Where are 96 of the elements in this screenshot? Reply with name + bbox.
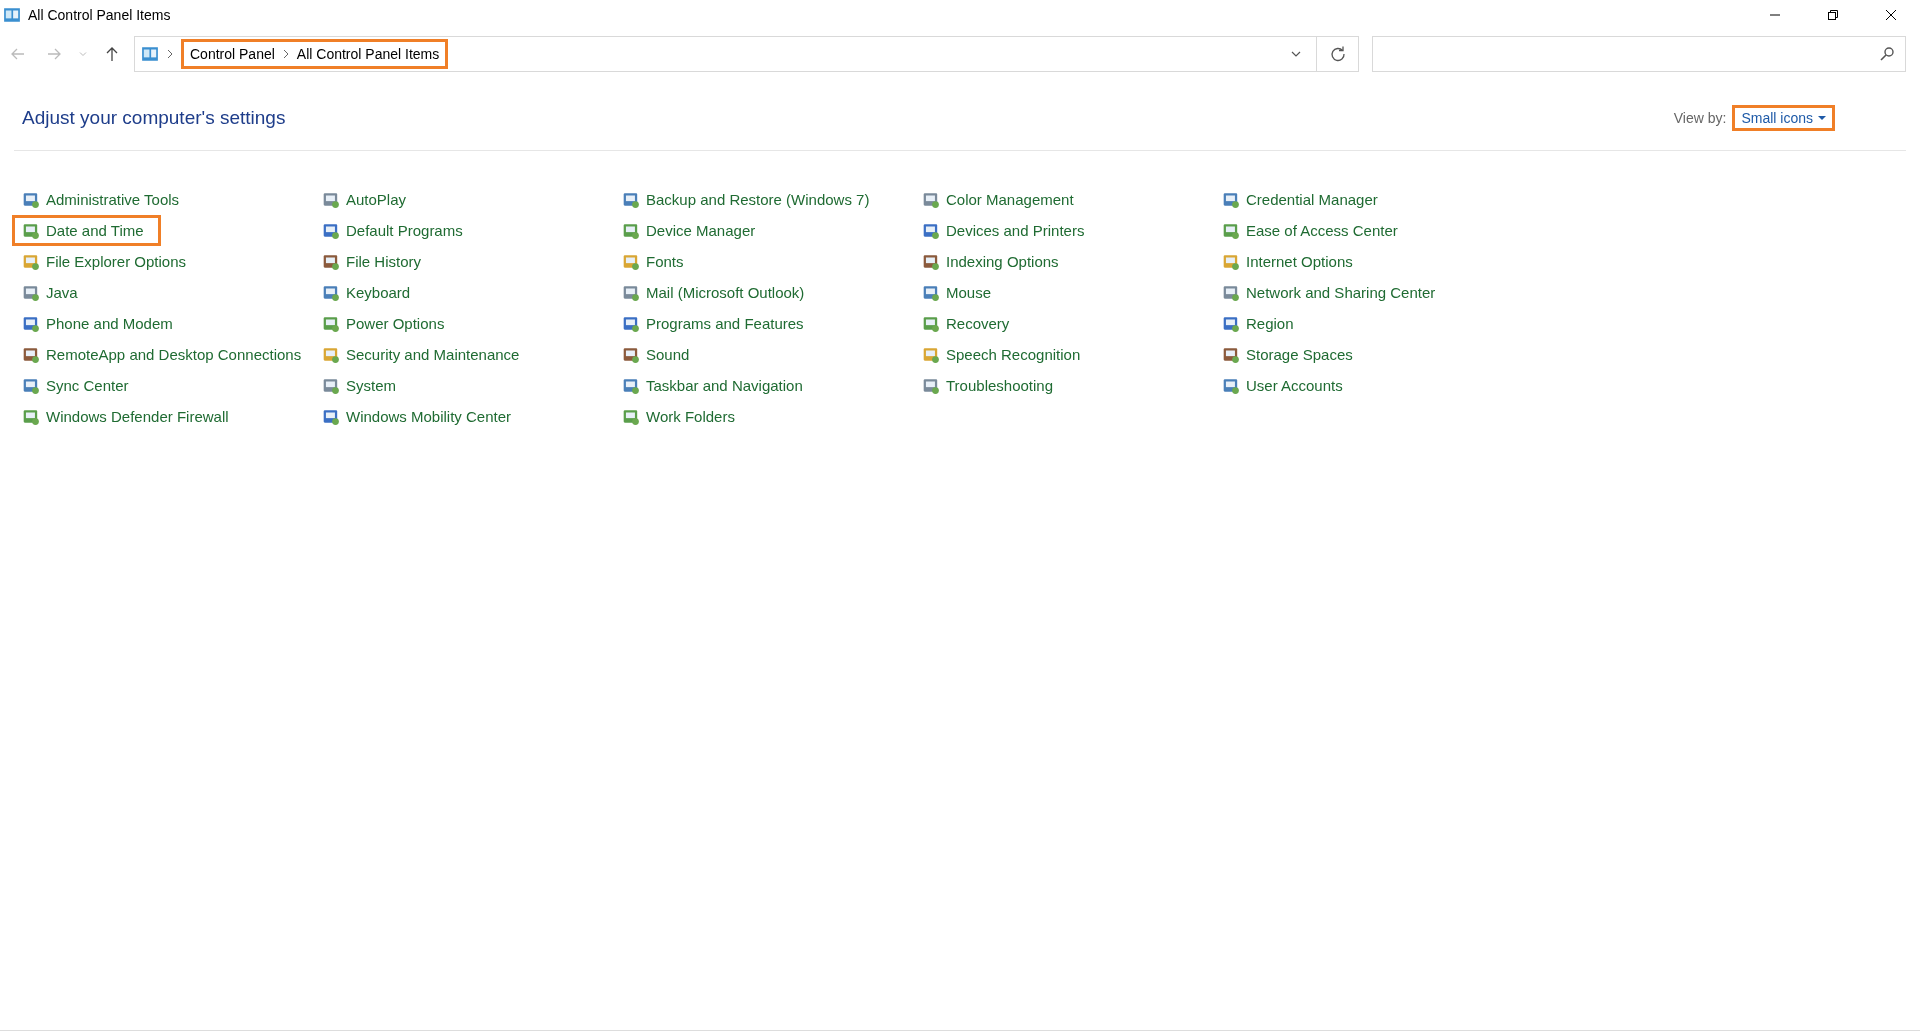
chevron-down-icon (78, 49, 88, 59)
chevron-icon (166, 49, 174, 59)
applet-icon (622, 376, 640, 395)
applet-icon (322, 376, 340, 395)
applet-icon (1222, 190, 1240, 209)
applet-icon (22, 283, 40, 302)
refresh-button[interactable] (1317, 36, 1359, 72)
applet-icon (1222, 221, 1240, 240)
control-panel-link[interactable]: Keyboard (312, 280, 428, 305)
applet-icon (1222, 314, 1240, 333)
close-icon (1885, 9, 1897, 21)
control-panel-icon (141, 45, 159, 63)
applet-icon (922, 252, 940, 271)
search-field[interactable] (1372, 36, 1906, 72)
control-panel-link[interactable]: Fonts (612, 249, 701, 274)
applet-icon (22, 376, 40, 395)
control-panel-link[interactable]: Power Options (312, 311, 462, 336)
view-by-label: View by: (1673, 110, 1727, 126)
applet-icon (322, 190, 340, 209)
control-panel-link[interactable]: File History (312, 249, 438, 274)
control-panel-link[interactable]: User Accounts (1212, 373, 1360, 398)
page-heading: Adjust your computer's settings (22, 107, 286, 129)
control-panel-link[interactable]: Device Manager (612, 218, 773, 243)
control-panel-link[interactable]: Sync Center (12, 373, 146, 398)
control-panel-link[interactable]: Troubleshooting (912, 373, 1070, 398)
control-panel-link[interactable]: Backup and Restore (Windows 7) (612, 187, 887, 212)
control-panel-link[interactable]: Phone and Modem (12, 311, 190, 336)
control-panel-link[interactable]: Work Folders (612, 404, 752, 429)
control-panel-link[interactable]: Credential Manager (1212, 187, 1395, 212)
address-bar[interactable]: Control Panel All Control Panel Items (134, 36, 1317, 72)
control-panel-link[interactable]: Default Programs (312, 218, 480, 243)
control-panel-link[interactable]: Storage Spaces (1212, 342, 1370, 367)
applet-icon (22, 314, 40, 333)
applet-icon (622, 407, 640, 426)
control-panel-link[interactable]: Internet Options (1212, 249, 1370, 274)
applet-icon (322, 221, 340, 240)
applet-icon (22, 252, 40, 271)
control-panel-link[interactable]: Speech Recognition (912, 342, 1098, 367)
caret-icon (1818, 115, 1826, 121)
control-panel-link[interactable]: Date and Time (12, 215, 161, 246)
refresh-icon (1329, 46, 1346, 62)
restore-icon (1827, 9, 1839, 21)
control-panel-link[interactable]: System (312, 373, 413, 398)
applet-icon (322, 345, 340, 364)
control-panel-link[interactable]: Programs and Features (612, 311, 821, 336)
control-panel-link[interactable]: File Explorer Options (12, 249, 204, 274)
control-panel-link[interactable]: Administrative Tools (12, 187, 197, 212)
applet-icon (1222, 376, 1240, 395)
control-panel-link[interactable]: Windows Defender Firewall (12, 404, 246, 429)
applet-icon (922, 190, 940, 209)
applet-icon (1222, 283, 1240, 302)
window-title: All Control Panel Items (28, 7, 171, 23)
applet-icon (322, 314, 340, 333)
applet-icon (1222, 345, 1240, 364)
view-by-dropdown[interactable]: Small icons (1732, 105, 1835, 131)
applet-icon (622, 314, 640, 333)
applet-icon (22, 221, 40, 240)
control-panel-link[interactable]: Recovery (912, 311, 1027, 336)
left-arrow-icon (10, 46, 26, 62)
chevron-icon (281, 49, 290, 59)
applet-icon (622, 345, 640, 364)
control-panel-link[interactable]: Mail (Microsoft Outlook) (612, 280, 822, 305)
applet-icon (1222, 252, 1240, 271)
applet-icon (922, 283, 940, 302)
applet-icon (922, 314, 940, 333)
applet-icon (322, 283, 340, 302)
applet-icon (622, 283, 640, 302)
control-panel-link[interactable]: Ease of Access Center (1212, 218, 1415, 243)
applet-icon (622, 221, 640, 240)
applet-icon (922, 376, 940, 395)
control-panel-link[interactable]: AutoPlay (312, 187, 424, 212)
applet-icon (22, 345, 40, 364)
breadcrumb[interactable]: All Control Panel Items (296, 46, 440, 62)
applet-icon (22, 407, 40, 426)
control-panel-link[interactable]: Color Management (912, 187, 1091, 212)
applet-icon (922, 221, 940, 240)
control-panel-link[interactable]: Network and Sharing Center (1212, 280, 1453, 305)
applet-icon (322, 252, 340, 271)
control-panel-link[interactable]: Windows Mobility Center (312, 404, 529, 429)
right-arrow-icon (46, 46, 62, 62)
control-panel-link[interactable]: Devices and Printers (912, 218, 1102, 243)
control-panel-link[interactable]: Sound (612, 342, 707, 367)
applet-icon (622, 252, 640, 271)
control-panel-link[interactable]: Taskbar and Navigation (612, 373, 820, 398)
applet-icon (22, 190, 40, 209)
applet-icon (322, 407, 340, 426)
control-panel-link[interactable]: Mouse (912, 280, 1009, 305)
control-panel-link[interactable]: Java (12, 280, 95, 305)
applet-icon (622, 190, 640, 209)
control-panel-link[interactable]: Region (1212, 311, 1311, 336)
control-panel-icon (3, 6, 21, 24)
search-icon (1879, 46, 1895, 62)
applet-icon (922, 345, 940, 364)
control-panel-link[interactable]: Indexing Options (912, 249, 1076, 274)
up-arrow-icon (104, 46, 120, 62)
breadcrumb[interactable]: Control Panel (190, 46, 275, 62)
